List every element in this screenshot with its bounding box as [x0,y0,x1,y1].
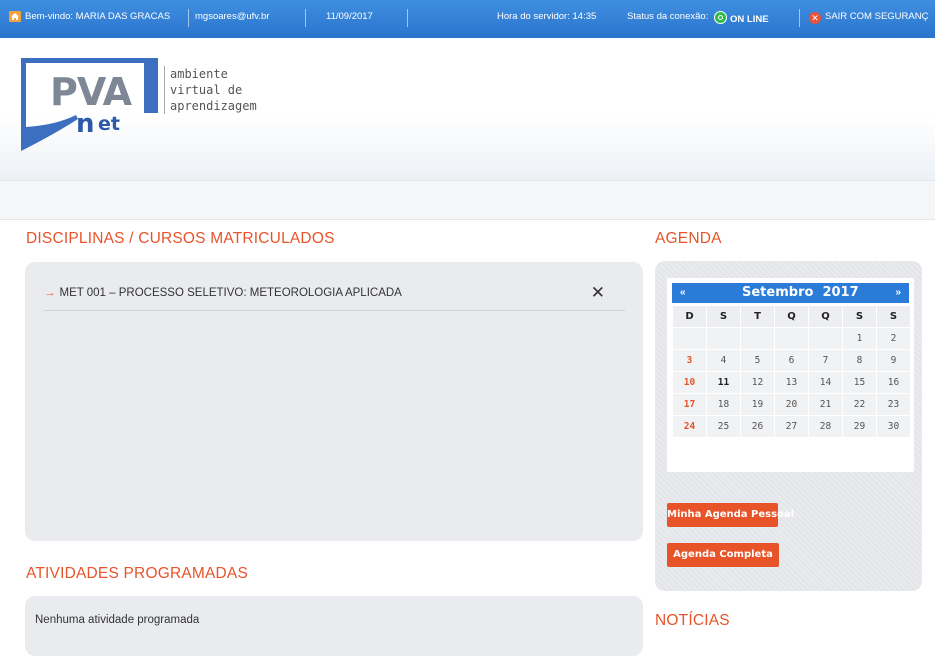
online-status-icon [714,11,727,24]
course-label: MET 001 – PROCESSO SELETIVO: METEOROLOGI… [59,287,402,299]
weekday-header: T [741,306,774,327]
calendar-day[interactable]: 14 [809,372,842,393]
svg-text:n: n [76,109,95,139]
current-date: 11/09/2017 [326,11,373,22]
activities-panel [25,596,643,656]
calendar-day[interactable]: 19 [741,394,774,415]
calendar-empty-cell [809,328,842,349]
agenda-title: AGENDA [655,230,722,247]
connection-status-value: ON LINE [730,14,769,25]
next-month-button[interactable]: » [895,287,901,298]
calendar-day[interactable]: 27 [775,416,808,437]
weekday-header: D [673,306,706,327]
calendar-day[interactable]: 22 [843,394,876,415]
close-icon[interactable]: ✕ [591,283,605,303]
calendar-header: « Setembro 2017 » [672,283,909,303]
weekday-header: Q [775,306,808,327]
calendar-day[interactable]: 17 [673,394,706,415]
courses-title: DISCIPLINAS / CURSOS MATRICULADOS [26,230,335,247]
calendar-day[interactable]: 13 [775,372,808,393]
svg-text:et: et [98,113,120,135]
calendar-day[interactable]: 20 [775,394,808,415]
prev-month-button[interactable]: « [680,287,686,298]
welcome-text: Bem-vindo: MARIA DAS GRACAS [25,11,171,22]
news-title: NOTÍCIAS [655,612,730,629]
calendar-month: Setembro [742,285,814,300]
arrow-right-icon: → [44,287,56,299]
activities-empty-text: Nenhuma atividade programada [35,614,200,626]
calendar-day[interactable]: 30 [877,416,910,437]
connection-status-label: Status da conexão: [627,11,709,22]
calendar-day[interactable]: 28 [809,416,842,437]
personal-agenda-button[interactable]: Minha Agenda Pessoal [667,503,794,527]
calendar-day[interactable]: 2 [877,328,910,349]
calendar-day[interactable]: 1 [843,328,876,349]
user-email: mgsoares@ufv.br [195,11,270,22]
logout-link[interactable]: ✕ SAIR COM SEGURANÇ [809,11,928,24]
calendar-day[interactable]: 15 [843,372,876,393]
logout-label: SAIR COM SEGURANÇ [825,11,929,22]
server-time: Hora do servidor: 14:35 [497,11,597,22]
header-strip [0,180,935,220]
calendar-day[interactable]: 25 [707,416,740,437]
weekday-header: S [877,306,910,327]
activities-title: ATIVIDADES PROGRAMADAS [26,565,249,582]
home-icon[interactable] [9,11,21,22]
calendar-empty-cell [707,328,740,349]
calendar-day[interactable]: 6 [775,350,808,371]
calendar-empty-cell [673,328,706,349]
calendar-day[interactable]: 5 [741,350,774,371]
tagline-line-1: ambiente [170,67,228,81]
calendar-day[interactable]: 7 [809,350,842,371]
calendar-day[interactable]: 24 [673,416,706,437]
calendar-day[interactable]: 23 [877,394,910,415]
calendar-empty-cell [775,328,808,349]
calendar-day[interactable]: 3 [673,350,706,371]
calendar-day[interactable]: 4 [707,350,740,371]
calendar-day[interactable]: 21 [809,394,842,415]
calendar-day[interactable]: 16 [877,372,910,393]
weekday-header: S [707,306,740,327]
tagline-line-3: aprendizagem [170,99,257,113]
logo-tagline: ambiente virtual de aprendizagem [164,66,257,114]
calendar-day[interactable]: 26 [741,416,774,437]
calendar-day[interactable]: 10 [673,372,706,393]
weekday-header: Q [809,306,842,327]
calendar-day[interactable]: 9 [877,350,910,371]
calendar-day[interactable]: 29 [843,416,876,437]
top-bar: Bem-vindo: MARIA DAS GRACAS mgsoares@ufv… [0,0,935,38]
svg-text:PVA: PVA [50,70,133,114]
calendar-grid: D S T Q Q S S 1 2 3 4 5 6 7 8 9 10 11 12 13 14 15 16 17 18 19 20 21… [672,305,911,438]
pvanet-logo[interactable]: PVA n et [18,55,163,155]
tagline-line-2: virtual de [170,83,243,97]
calendar-year: 2017 [822,285,859,300]
calendar: « Setembro 2017 » D S T Q Q S S 1 2 3 4 5 6 7 8 9 10 11 12… [667,278,914,472]
calendar-empty-cell [741,328,774,349]
logout-icon: ✕ [809,12,821,24]
calendar-month-year: Setembro 2017 [742,285,859,300]
course-item[interactable]: → MET 001 – PROCESSO SELETIVO: METEOROLOG… [44,283,625,311]
weekday-header: S [843,306,876,327]
connection-status: ON LINE [714,11,769,25]
calendar-day[interactable]: 12 [741,372,774,393]
calendar-day[interactable]: 18 [707,394,740,415]
calendar-day[interactable]: 8 [843,350,876,371]
full-agenda-button[interactable]: Agenda Completa [667,543,779,567]
calendar-day[interactable]: 11 [707,372,740,393]
